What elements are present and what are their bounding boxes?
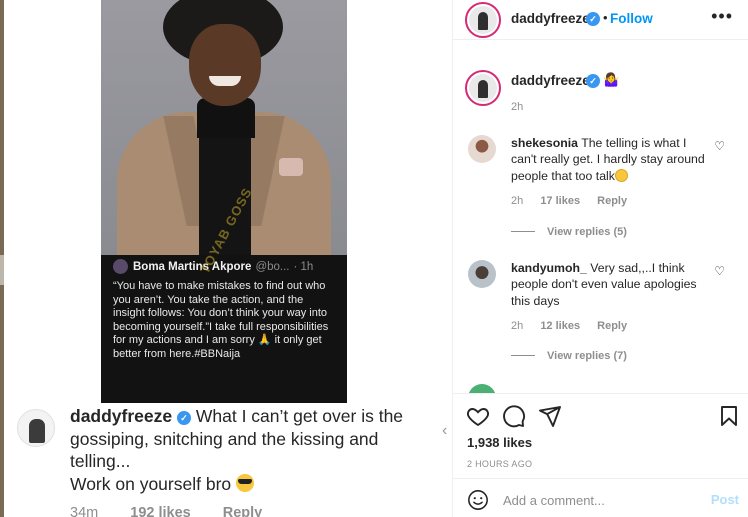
smiley-emoji-icon — [614, 168, 628, 182]
adjacent-post-edge-highlight — [0, 255, 4, 285]
view-replies-label: View replies (7) — [547, 350, 627, 362]
caption-time: 34m — [70, 505, 99, 517]
header-avatar[interactable] — [465, 2, 501, 38]
comment-likes[interactable]: 12 likes — [540, 320, 580, 332]
heart-icon[interactable]: ♡ — [714, 139, 725, 153]
owner-avatar[interactable] — [465, 70, 501, 106]
verified-badge-icon: ✓ — [177, 411, 191, 425]
caption-likes: 192 likes — [130, 505, 191, 517]
photo-face — [189, 24, 261, 106]
comment-username[interactable]: shekesonia — [511, 136, 578, 150]
comment-username[interactable]: kandyumoh_ — [511, 261, 587, 275]
comment-time: 2h — [511, 320, 524, 332]
separator-dot: • — [603, 10, 608, 25]
shrug-emoji-icon: 🤷‍♀️ — [603, 72, 620, 87]
emoji-icon[interactable] — [467, 489, 489, 511]
tweet-avatar — [113, 259, 128, 274]
caption-avatar — [17, 409, 55, 447]
header-username[interactable]: daddyfreeze — [511, 11, 590, 26]
likes-count[interactable]: 1,938 likes — [467, 435, 532, 450]
post-media: Boma Martins Akpore @bo... · 1h “You hav… — [0, 0, 452, 517]
comment-likes[interactable]: 17 likes — [540, 195, 580, 207]
photo-smile — [209, 76, 241, 86]
view-replies-button[interactable]: View replies (7) — [511, 350, 627, 362]
verified-badge-icon: ✓ — [586, 12, 600, 26]
reply-button[interactable]: Reply — [597, 195, 627, 207]
add-comment-bar: Post — [453, 478, 748, 517]
follow-button[interactable]: Follow — [610, 11, 653, 26]
comment-time: 2h — [511, 195, 524, 207]
comments-list: daddyfreeze ✓ 🤷‍♀️ 2h shekesonia The tel… — [453, 41, 748, 393]
post-header: daddyfreeze ✓ • Follow ••• — [453, 0, 748, 40]
sunglasses-emoji-icon — [236, 473, 254, 492]
commenter-avatar[interactable] — [468, 260, 496, 288]
tweet-header: Boma Martins Akpore @bo... · 1h — [113, 259, 337, 274]
heart-icon[interactable]: ♡ — [714, 264, 725, 278]
heart-icon[interactable] — [466, 404, 490, 428]
caption-reply: Reply — [222, 505, 263, 517]
caption-username: daddyfreeze — [70, 406, 173, 426]
owner-username[interactable]: daddyfreeze — [511, 73, 590, 88]
tweet-screenshot: Boma Martins Akpore @bo... · 1h “You hav… — [101, 185, 347, 403]
tweet-handle: @bo... — [255, 260, 290, 273]
comment-meta: 2h 12 likes Reply — [511, 320, 641, 332]
caption-body-line2: Work on yourself bro — [70, 473, 236, 494]
post-button[interactable]: Post — [711, 492, 739, 507]
comment-icon[interactable] — [502, 404, 526, 428]
more-options-icon[interactable]: ••• — [711, 6, 733, 27]
caption-meta: 34m 192 likes Reply — [70, 505, 290, 517]
reply-button[interactable]: Reply — [597, 320, 627, 332]
replies-divider — [511, 355, 535, 356]
bookmark-icon[interactable] — [717, 404, 741, 428]
post-date: 2 HOURS AGO — [467, 459, 533, 469]
replies-divider — [511, 231, 535, 232]
caption-text: daddyfreeze ✓ What I can’t get over is t… — [70, 405, 442, 495]
view-replies-label: View replies (5) — [547, 226, 627, 238]
tweet-author: Boma Martins Akpore — [133, 260, 252, 273]
view-replies-button[interactable]: View replies (5) — [511, 226, 627, 238]
share-icon[interactable] — [538, 404, 562, 428]
commenter-avatar-partial[interactable] — [468, 384, 496, 393]
post-actions: 1,938 likes 2 HOURS AGO — [453, 393, 748, 478]
owner-time: 2h — [511, 101, 524, 113]
comment-meta: 2h 17 likes Reply — [511, 195, 641, 207]
comment-text: shekesonia The telling is what I can't r… — [511, 135, 711, 184]
chevron-left-icon[interactable]: ‹ — [442, 423, 452, 439]
post-sidebar: daddyfreeze ✓ • Follow ••• daddyfreeze ✓… — [452, 0, 748, 517]
commenter-avatar[interactable] — [468, 135, 496, 163]
comment-input[interactable] — [503, 490, 703, 510]
tweet-text: “You have to make mistakes to find out w… — [113, 280, 329, 360]
verified-badge-icon: ✓ — [586, 74, 600, 88]
photo-pocket-square — [279, 158, 303, 176]
tweet-time: · 1h — [293, 260, 314, 273]
comment-text: kandyumoh_ Very sad,,..I think people do… — [511, 260, 711, 309]
